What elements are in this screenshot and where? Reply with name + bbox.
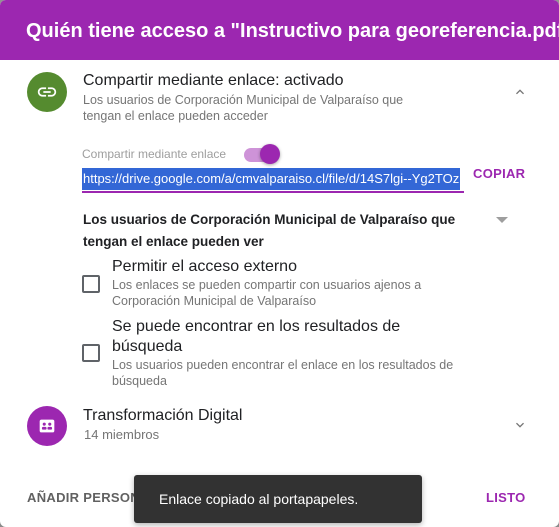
- external-access-checkbox[interactable]: [82, 275, 100, 293]
- access-level-select[interactable]: Los usuarios de Corporación Municipal de…: [83, 209, 463, 253]
- group-name[interactable]: Transformación Digital: [83, 407, 242, 425]
- searchable-title: Se puede encontrar en los resultados de …: [112, 318, 401, 355]
- group-icon: [27, 406, 67, 446]
- group-member-count: 14 miembros: [84, 427, 160, 442]
- toggle-label: Compartir mediante enlace: [82, 147, 227, 161]
- external-access-subtitle: Los enlaces se pueden compartir con usua…: [112, 278, 422, 308]
- share-dialog: Quién tiene acceso a "Instructivo para g…: [0, 0, 559, 527]
- link-sharing-subtitle: Los usuarios de Corporación Municipal de…: [83, 93, 404, 123]
- link-url-field[interactable]: https://drive.google.com/a/cmvalparaiso.…: [82, 167, 464, 193]
- searchable-subtitle: Los usuarios pueden encontrar el enlace …: [112, 358, 454, 388]
- link-icon: [27, 72, 67, 112]
- external-access-title: Permitir el acceso externo: [112, 258, 297, 275]
- toggle-thumb[interactable]: [260, 144, 280, 164]
- copy-button[interactable]: COPIAR: [473, 166, 525, 181]
- link-sharing-title[interactable]: Compartir mediante enlace: activado: [83, 72, 344, 90]
- dialog-title: Quién tiene acceso a "Instructivo para g…: [0, 0, 559, 60]
- dropdown-arrow-icon[interactable]: [496, 217, 508, 223]
- done-button[interactable]: LISTO: [486, 490, 526, 505]
- searchable-checkbox[interactable]: [82, 344, 100, 362]
- chevron-up-icon[interactable]: [510, 82, 530, 102]
- chevron-down-icon[interactable]: [510, 415, 530, 435]
- snackbar-message: Enlace copiado al portapapeles.: [134, 475, 422, 523]
- link-url-text[interactable]: https://drive.google.com/a/cmvalparaiso.…: [82, 168, 461, 190]
